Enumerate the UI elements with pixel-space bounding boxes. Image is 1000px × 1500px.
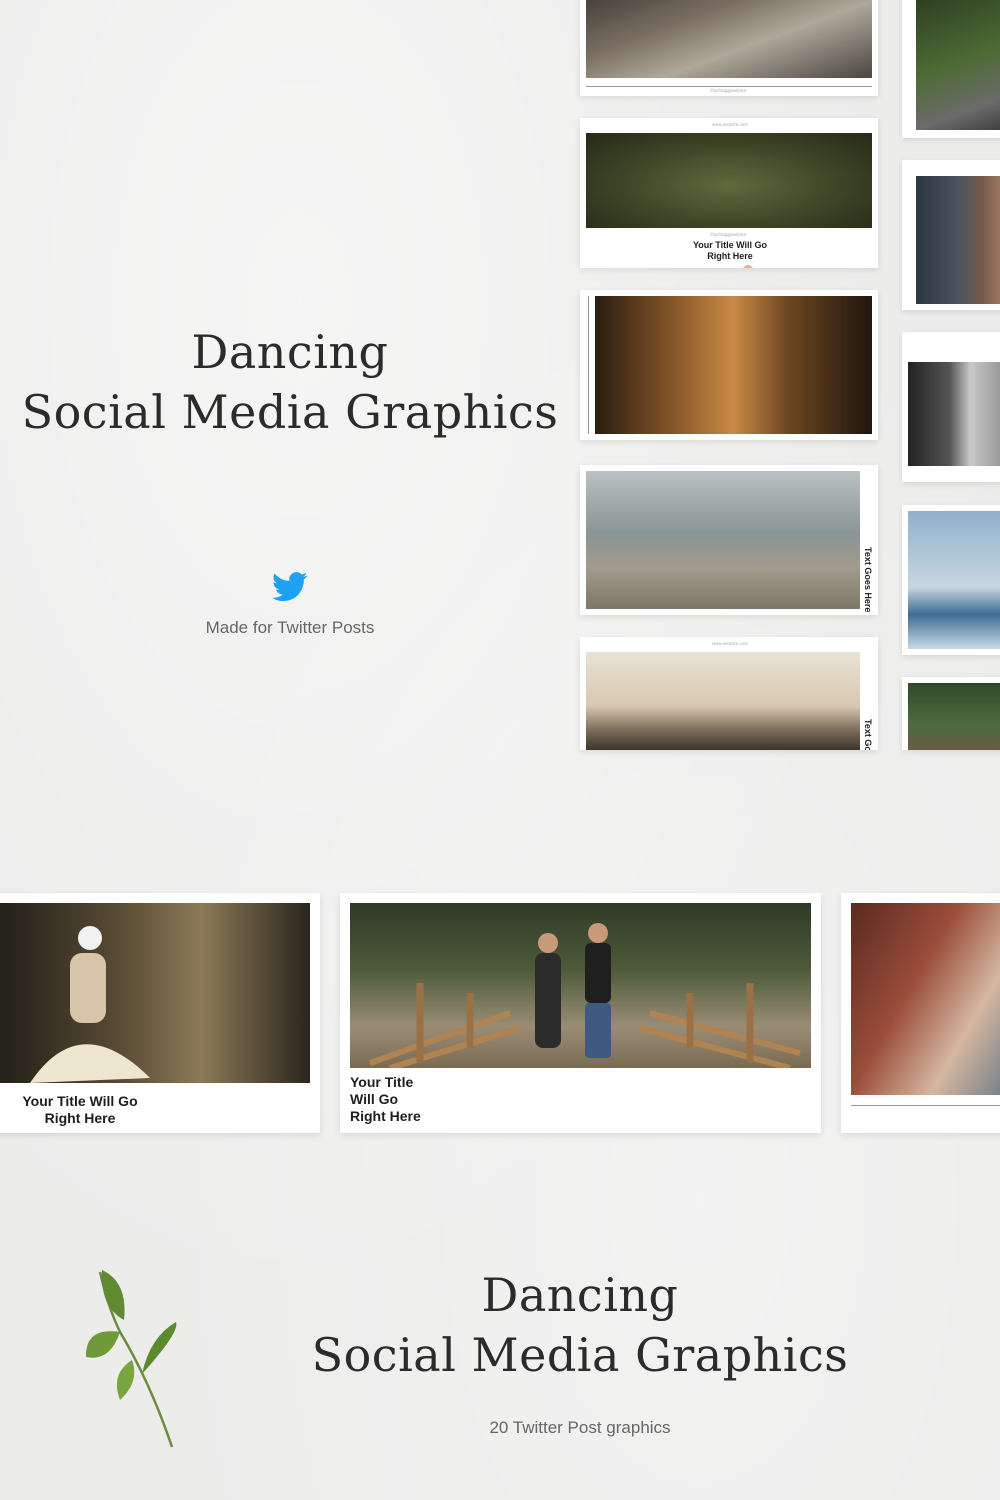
card-caption-line2: Right Here (44, 1110, 116, 1126)
preview-card-columns: www.website.com Text Go (580, 637, 878, 750)
card-caption: Your Title Will Go Right Here (0, 1093, 160, 1127)
preview-card-arm (902, 160, 1000, 310)
card-caption-line1: Your Title (350, 1074, 414, 1090)
hero-title-line1: Dancing (191, 325, 389, 379)
card-photo (851, 903, 1000, 1095)
preview-card-street: /hashtaggoeshere (580, 0, 878, 96)
twitter-bird-icon (272, 572, 308, 602)
card-photo (908, 362, 1000, 466)
card-photo (916, 176, 1000, 304)
card-photo (586, 471, 860, 609)
card-photo (586, 652, 860, 750)
card-caption-line3: Right Here (350, 1108, 421, 1124)
card-side-text: Text Goes Here (863, 547, 873, 613)
preview-card-park: Your Title Will Go Right Here (340, 893, 821, 1133)
card-photo (908, 683, 1000, 750)
preview-card-road (902, 0, 1000, 138)
card-handle: /hashtaggoeshere (710, 88, 747, 93)
dancing-couple-figure (535, 923, 611, 1058)
card-photo (916, 0, 1000, 130)
card-caption: Your Title Will Go Right Here (660, 240, 800, 262)
preview-card-crowd (841, 893, 1000, 1133)
preview-card-sea (902, 505, 1000, 655)
card-caption-line1: Your Title Will Go (692, 240, 768, 250)
card-caption: Your Title Will Go Right Here (350, 1074, 470, 1125)
card-photo (908, 511, 1000, 649)
footer-title-line1: Dancing (481, 1268, 679, 1322)
preview-card-studio: www.website.com /hashtaggoeshere Your Ti… (580, 118, 878, 268)
card-photo (586, 133, 872, 228)
card-caption-line2: Right Here (707, 251, 753, 261)
card-rule (586, 86, 872, 87)
card-caption-line1: Your Title Will Go (22, 1093, 138, 1109)
card-rule (851, 1105, 1000, 1106)
hero-title: Dancing Social Media Graphics (20, 322, 560, 442)
dancer-figure (30, 926, 150, 1083)
graphics-count-text: 20 Twitter Post graphics (489, 1418, 671, 1437)
preview-card-arch (902, 332, 1000, 482)
card-photo (595, 296, 872, 434)
hero-title-line2: Social Media Graphics (21, 385, 559, 439)
footer-title-line2: Social Media Graphics (311, 1328, 849, 1382)
card-url: www.website.com (712, 641, 749, 646)
card-rule (588, 296, 589, 434)
card-handle: /hashtaggoeshere (710, 232, 747, 237)
preview-card-mountain: Text Goes Here (580, 465, 878, 615)
preview-card-cloister: Your Title Will Go Right Here (0, 893, 320, 1133)
footer-title: Dancing Social Media Graphics (300, 1265, 860, 1385)
leaf-sprig-icon (85, 1270, 177, 1448)
card-caption-line2: Will Go (350, 1091, 399, 1107)
card-photo (586, 0, 872, 78)
card-side-text: Text Go (863, 719, 873, 750)
preview-card-green (902, 677, 1000, 750)
card-url: www.website.com (712, 122, 749, 127)
hero-subtitle: Made for Twitter Posts (205, 618, 375, 637)
preview-card-forest (580, 290, 878, 440)
